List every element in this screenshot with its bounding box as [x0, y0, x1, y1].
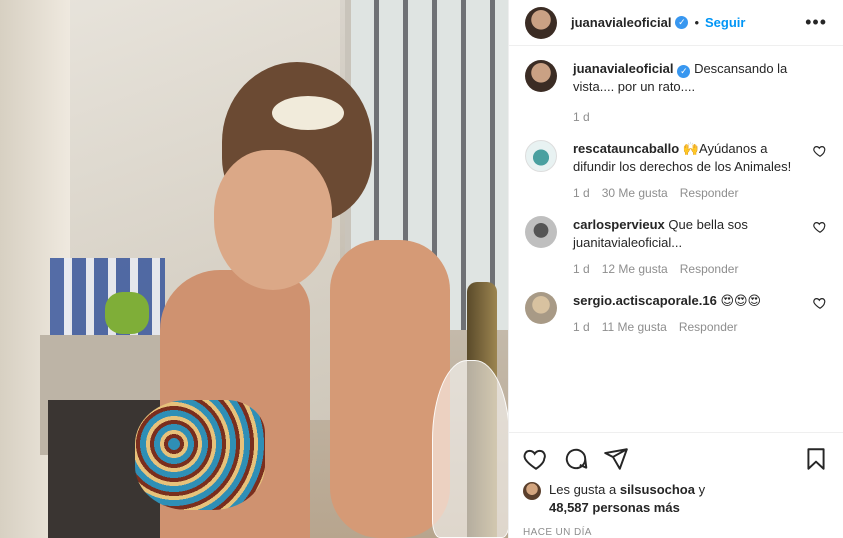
post-header: juanavialeoficial ✓ • Seguir •••	[509, 0, 843, 46]
reply-button[interactable]: Responder	[679, 318, 738, 336]
action-bar	[523, 443, 829, 475]
reply-button[interactable]: Responder	[680, 184, 739, 202]
verified-icon: ✓	[675, 16, 689, 29]
caption-username[interactable]: juanavialeoficial	[573, 61, 673, 76]
commenter-avatar[interactable]	[525, 216, 557, 248]
caption-time[interactable]: 1 d	[573, 108, 590, 126]
heart-icon[interactable]	[813, 296, 827, 310]
verified-icon: ✓	[677, 65, 691, 78]
comment-item: rescatauncaballo 🙌Ayúdanos a difundir lo…	[525, 140, 827, 202]
follow-button[interactable]: Seguir	[705, 15, 745, 30]
comment-time[interactable]: 1 d	[573, 260, 590, 278]
comment-likes[interactable]: 12 Me gusta	[602, 260, 668, 278]
liker-username[interactable]: silsusochoa	[620, 482, 695, 497]
comment-likes[interactable]: 11 Me gusta	[602, 318, 667, 336]
photo-scrunchie	[272, 96, 344, 130]
photo-swimsuit	[135, 400, 265, 510]
reply-button[interactable]: Responder	[680, 260, 739, 278]
heart-icon[interactable]	[813, 144, 827, 158]
comment-time[interactable]: 1 d	[573, 184, 590, 202]
more-icon[interactable]: •••	[805, 12, 827, 33]
comment-username[interactable]: sergio.actiscaporale.16	[573, 293, 717, 308]
caption: juanavialeoficial ✓ Descansando la vista.…	[525, 60, 827, 126]
post-actions: Les gusta a silsusochoa y 48,587 persona…	[509, 432, 843, 538]
commenter-avatar[interactable]	[525, 140, 557, 172]
liker-avatar[interactable]	[523, 482, 541, 500]
commenter-avatar[interactable]	[525, 292, 557, 324]
comment-time[interactable]: 1 d	[573, 318, 590, 336]
post-photo[interactable]	[0, 0, 508, 538]
heart-icon[interactable]	[813, 220, 827, 234]
comment-item: carlospervieux Que bella sos juanitavial…	[525, 216, 827, 278]
comment-likes[interactable]: 30 Me gusta	[602, 184, 668, 202]
likes-others[interactable]: 48,587 personas más	[549, 500, 680, 515]
photo-watering-can	[105, 292, 149, 334]
post-sidebar: juanavialeoficial ✓ • Seguir ••• juanavi…	[508, 0, 843, 538]
comment-text: 😍😍😍	[720, 293, 762, 308]
share-icon[interactable]	[603, 446, 629, 472]
comment-username[interactable]: carlospervieux	[573, 217, 665, 232]
likes-connector: y	[698, 482, 706, 497]
photo-glass	[432, 360, 508, 538]
likes-prefix: Les gusta a	[549, 482, 617, 497]
comment-icon[interactable]	[563, 446, 589, 472]
author-avatar[interactable]	[525, 6, 557, 39]
separator-dot: •	[694, 15, 699, 30]
bookmark-icon[interactable]	[803, 446, 829, 472]
comment-username[interactable]: rescatauncaballo	[573, 141, 679, 156]
author-avatar-small[interactable]	[525, 60, 557, 92]
author-username[interactable]: juanavialeoficial	[571, 15, 671, 30]
comment-item: sergio.actiscaporale.16 😍😍😍 1 d 11 Me gu…	[525, 292, 827, 336]
instagram-post: juanavialeoficial ✓ • Seguir ••• juanavi…	[0, 0, 843, 538]
photo-face	[214, 150, 332, 290]
post-timestamp[interactable]: HACE UN DÍA	[523, 527, 829, 538]
heart-icon[interactable]	[523, 446, 549, 472]
likes-summary: Les gusta a silsusochoa y 48,587 persona…	[523, 481, 829, 517]
comments-list[interactable]: juanavialeoficial ✓ Descansando la vista.…	[509, 46, 843, 432]
